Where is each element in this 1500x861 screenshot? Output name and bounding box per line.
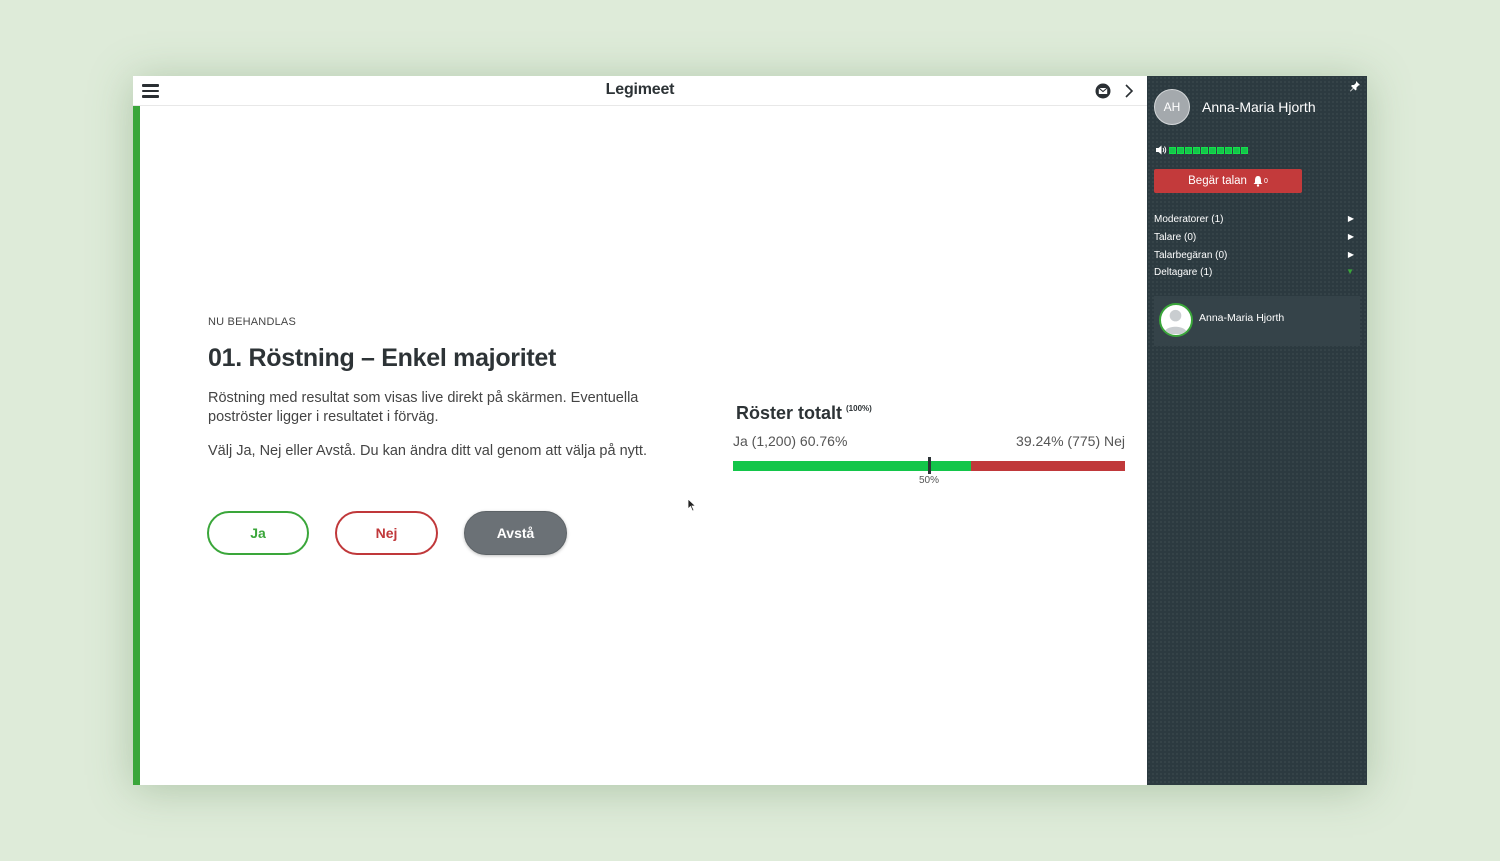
vote-no-button[interactable]: Nej: [335, 511, 438, 555]
section-label: Deltagare (1): [1154, 267, 1213, 278]
participant-avatar-icon: [1159, 303, 1193, 337]
results-title-text: Röster totalt: [736, 403, 843, 423]
avatar: AH: [1154, 89, 1190, 125]
now-processing-label: NU BEHANDLAS: [208, 316, 296, 328]
agenda-instructions: Välj Ja, Nej eller Avstå. Du kan ändra d…: [208, 443, 647, 459]
audio-level-segment: [1177, 147, 1184, 154]
audio-level-segment: [1193, 147, 1200, 154]
audio-level-segment: [1233, 147, 1240, 154]
midpoint-label: 50%: [919, 475, 940, 486]
audio-level-segment: [1225, 147, 1232, 154]
top-bar: Legimeet: [133, 76, 1147, 106]
vote-abstain-button[interactable]: Avstå: [464, 511, 567, 555]
audio-level-meter: [1169, 147, 1248, 154]
section-speech-requests[interactable]: Talarbegäran (0) ▶: [1154, 250, 1354, 261]
speaker-icon: [1156, 145, 1167, 155]
yes-result-label: Ja (1,200) 60.76%: [733, 433, 848, 449]
request-count: 0: [1263, 177, 1268, 185]
agenda-description: Röstning med resultat som visas live dir…: [208, 390, 639, 425]
results-total-percent: (100%): [846, 404, 872, 413]
section-speakers[interactable]: Talare (0) ▶: [1154, 232, 1354, 243]
audio-level-segment: [1217, 147, 1224, 154]
bell-icon: [1253, 176, 1263, 187]
app-logo: Legimeet: [605, 81, 675, 98]
midpoint-marker: [928, 457, 931, 474]
section-label: Talarbegäran (0): [1154, 250, 1228, 261]
result-bar-yes-fill: [733, 461, 972, 471]
chevron-right-icon[interactable]: [1123, 82, 1135, 100]
section-label: Talare (0): [1154, 232, 1197, 243]
caret-down-icon: ▼: [1346, 267, 1354, 276]
user-name: Anna-Maria Hjorth: [1202, 99, 1316, 115]
mail-icon[interactable]: [1095, 83, 1111, 99]
audio-level-segment: [1201, 147, 1208, 154]
request-speech-label: Begär talan: [1188, 175, 1247, 187]
section-participants[interactable]: Deltagare (1) ▼: [1154, 267, 1354, 278]
audio-level-segment: [1241, 147, 1248, 154]
audio-level-segment: [1185, 147, 1192, 154]
vote-yes-button[interactable]: Ja: [207, 511, 309, 555]
accent-bar: [133, 105, 140, 785]
request-speech-button[interactable]: Begär talan 0: [1154, 169, 1302, 193]
participant-item[interactable]: Anna-Maria Hjorth: [1154, 296, 1360, 346]
caret-right-icon: ▶: [1347, 250, 1354, 259]
audio-level-segment: [1209, 147, 1216, 154]
participant-name: Anna-Maria Hjorth: [1199, 312, 1285, 324]
pin-icon[interactable]: [1349, 80, 1361, 92]
caret-right-icon: ▶: [1347, 232, 1354, 241]
audio-level-segment: [1169, 147, 1176, 154]
results-title: Röster totalt (100%): [736, 403, 872, 424]
mouse-cursor-icon: [687, 498, 697, 512]
section-moderators[interactable]: Moderatorer (1) ▶: [1154, 214, 1354, 225]
main-panel: Legimeet NU BEHANDLAS 01. Röstning – Enk…: [133, 76, 1147, 785]
caret-right-icon: ▶: [1347, 214, 1354, 223]
sidebar: AH Anna-Maria Hjorth Begär talan 0 Moder…: [1147, 76, 1367, 785]
agenda-title: 01. Röstning – Enkel majoritet: [208, 344, 557, 372]
section-label: Moderatorer (1): [1154, 214, 1224, 225]
app-window: Legimeet NU BEHANDLAS 01. Röstning – Enk…: [133, 76, 1367, 785]
no-result-label: 39.24% (775) Nej: [1016, 433, 1125, 449]
